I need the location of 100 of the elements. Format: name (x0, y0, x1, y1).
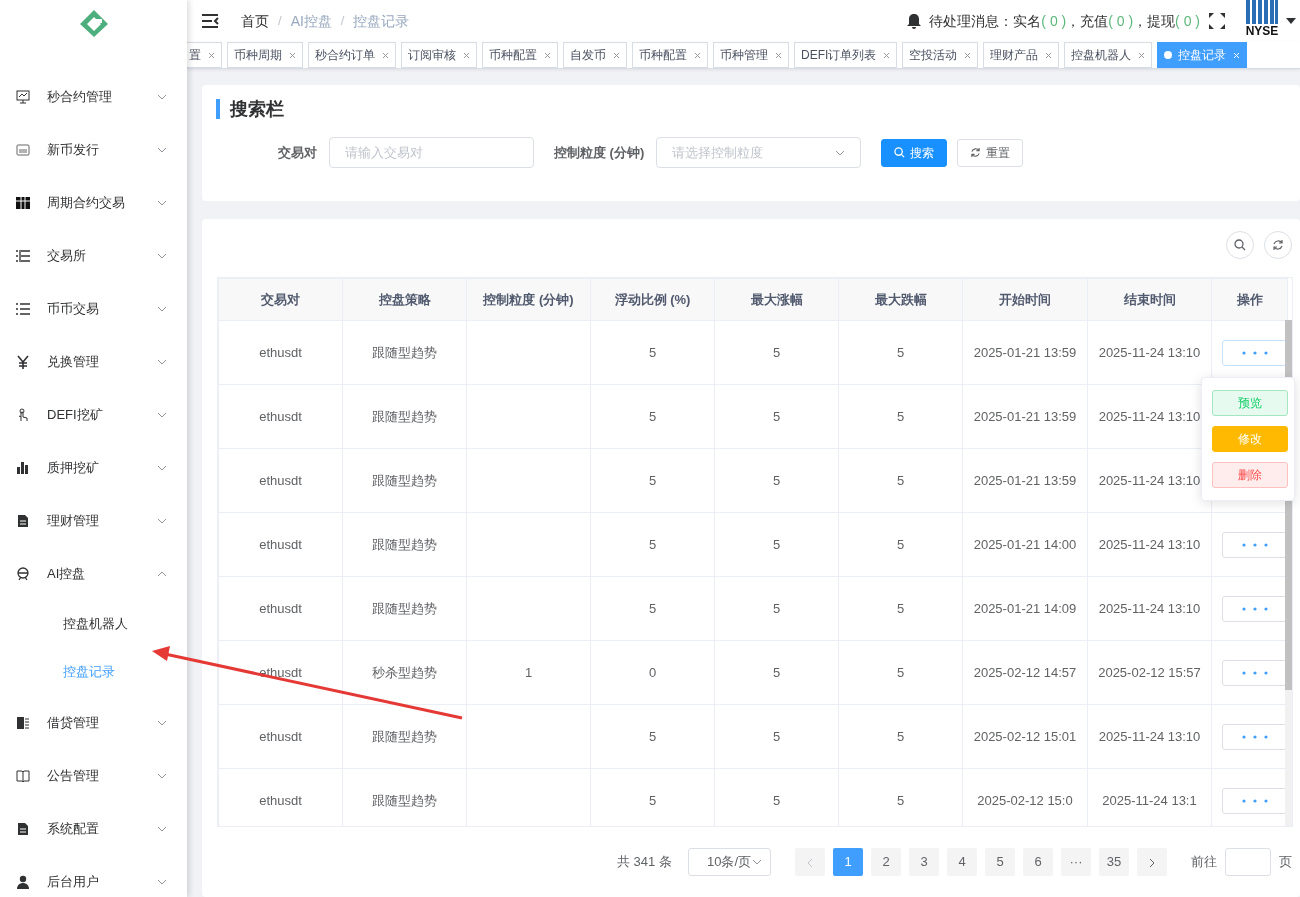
tab[interactable]: 币种周期 (227, 42, 303, 68)
chevron-icon (157, 199, 167, 206)
table-cell: 2025-02-12 15:01 (962, 704, 1088, 769)
close-icon[interactable] (775, 51, 782, 59)
close-icon[interactable] (1138, 51, 1146, 59)
tab[interactable]: 空投活动 (902, 42, 979, 68)
tab[interactable]: 自发币 (563, 42, 627, 68)
table-cell: 5 (838, 448, 963, 513)
notice-item[interactable]: 实名 (1013, 10, 1042, 32)
sidebar-item[interactable]: 新币发行 (0, 123, 187, 176)
notice-item[interactable]: ，充值 (1066, 10, 1109, 32)
sidebar-item[interactable]: 周期合约交易 (0, 176, 187, 229)
breadcrumb-item[interactable]: 首页 (241, 10, 269, 32)
table-cell: 跟随型趋势 (342, 576, 467, 641)
caret-icon[interactable] (1286, 18, 1296, 24)
bell-icon[interactable] (907, 13, 922, 29)
user-icon (16, 874, 30, 889)
breadcrumb-separator: / (278, 12, 282, 31)
sidebar-item[interactable]: 系统配置 (0, 802, 187, 855)
sidebar-item[interactable]: 质押挖矿 (0, 441, 187, 494)
breadcrumb-separator: / (340, 12, 345, 31)
more-button[interactable] (1222, 595, 1288, 622)
table-cell: 2025-01-21 13:59 (962, 320, 1088, 385)
chevron-icon (157, 358, 167, 365)
notice-item[interactable]: ，提现 (1133, 10, 1176, 32)
page-button[interactable]: 3 (909, 848, 939, 876)
sidebar-item[interactable]: 公告管理 (0, 749, 187, 802)
search-icon (894, 147, 906, 158)
column-header: 开始时间 (962, 278, 1088, 321)
close-icon[interactable] (964, 51, 972, 59)
chevron-icon (752, 859, 762, 865)
close-icon[interactable] (1045, 51, 1053, 59)
reset-button[interactable]: 重置 (957, 138, 1024, 167)
chevron-icon (157, 146, 167, 153)
more-button[interactable] (1222, 531, 1288, 558)
sidebar-item[interactable]: 兑换管理 (0, 335, 187, 388)
sidebar-item[interactable]: 币币交易 (0, 282, 187, 335)
refresh-button[interactable] (1264, 231, 1292, 259)
breadcrumb-item: 控盘记录 (353, 11, 410, 31)
close-icon[interactable] (883, 51, 891, 59)
page-button[interactable]: 4 (947, 848, 977, 876)
table-cell: 跟随型趋势 (342, 320, 467, 385)
sidebar-item[interactable]: AI控盘 (0, 547, 187, 600)
field-label: 交易对 (278, 143, 317, 162)
chevron-left-icon (807, 857, 813, 868)
search-button[interactable] (1226, 231, 1254, 259)
table-cell: ethusdt (218, 576, 343, 641)
page-size-select[interactable]: 10条/页 (687, 848, 771, 876)
document-icon (16, 821, 30, 836)
sidebar-item[interactable]: 借贷管理 (0, 696, 187, 749)
tab[interactable]: 币种配置 (632, 42, 708, 68)
column-header: 交易对 (218, 278, 343, 321)
sidebar-item[interactable]: 理财管理 (0, 494, 187, 547)
tab[interactable]: 控盘机器人 (1064, 42, 1153, 68)
input-field[interactable]: 请输入交易对 (329, 137, 534, 168)
page-button[interactable]: 35 (1099, 848, 1129, 876)
menu-icon[interactable] (201, 13, 219, 29)
sidebar-item[interactable]: DEFI挖矿 (0, 388, 187, 441)
close-icon[interactable] (694, 51, 701, 59)
tab[interactable]: 秒合约订单 (308, 42, 396, 68)
chevron-icon (835, 149, 846, 156)
table-cell: 5 (590, 704, 715, 769)
tab[interactable]: 币种配置 (482, 42, 558, 68)
tab[interactable]: 币种管理 (713, 42, 789, 68)
page-button[interactable]: 2 (871, 848, 901, 876)
column-header: 最大涨幅 (714, 278, 839, 321)
page-input[interactable] (1225, 848, 1271, 876)
close-icon[interactable] (544, 51, 551, 59)
tab[interactable]: 订阅审核 (401, 42, 477, 68)
close-icon[interactable] (463, 51, 470, 59)
table-cell: 秒杀型趋势 (342, 640, 467, 705)
chevron-icon (157, 825, 167, 832)
chevron-icon (157, 772, 167, 779)
more-button[interactable] (1222, 659, 1288, 686)
sidebar-item[interactable]: 后台用户 (0, 855, 187, 897)
more-icon (1242, 543, 1268, 548)
close-icon[interactable] (208, 51, 215, 59)
tab[interactable]: DEFI订单列表 (794, 42, 898, 68)
more-button[interactable] (1222, 339, 1288, 366)
page-button[interactable]: 6 (1023, 848, 1053, 876)
column-header: 控制粒度 (分钟) (466, 278, 591, 321)
table-cell: 2025-01-21 13:59 (962, 384, 1088, 449)
table-cell: 5 (714, 320, 839, 385)
chevron-icon (157, 252, 167, 259)
table-cell: ethusdt (218, 448, 343, 513)
page-button[interactable]: 5 (985, 848, 1015, 876)
more-icon (1242, 351, 1268, 356)
tab[interactable]: 置 (187, 42, 222, 68)
sidebar-item[interactable]: 交易所 (0, 229, 187, 282)
fullscreen-icon[interactable] (1208, 12, 1226, 30)
table-cell: 1 (466, 640, 591, 705)
sidebar-item[interactable]: 秒合约管理 (0, 70, 187, 123)
submenu-item[interactable]: 控盘机器人 (0, 600, 187, 648)
close-icon[interactable] (289, 51, 296, 59)
tab[interactable]: 理财产品 (983, 42, 1060, 68)
table-cell: 跟随型趋势 (342, 384, 467, 449)
page-button[interactable]: ··· (1061, 848, 1091, 876)
table-cell: 5 (838, 704, 963, 769)
close-icon[interactable] (613, 51, 620, 59)
close-icon[interactable] (382, 51, 389, 59)
